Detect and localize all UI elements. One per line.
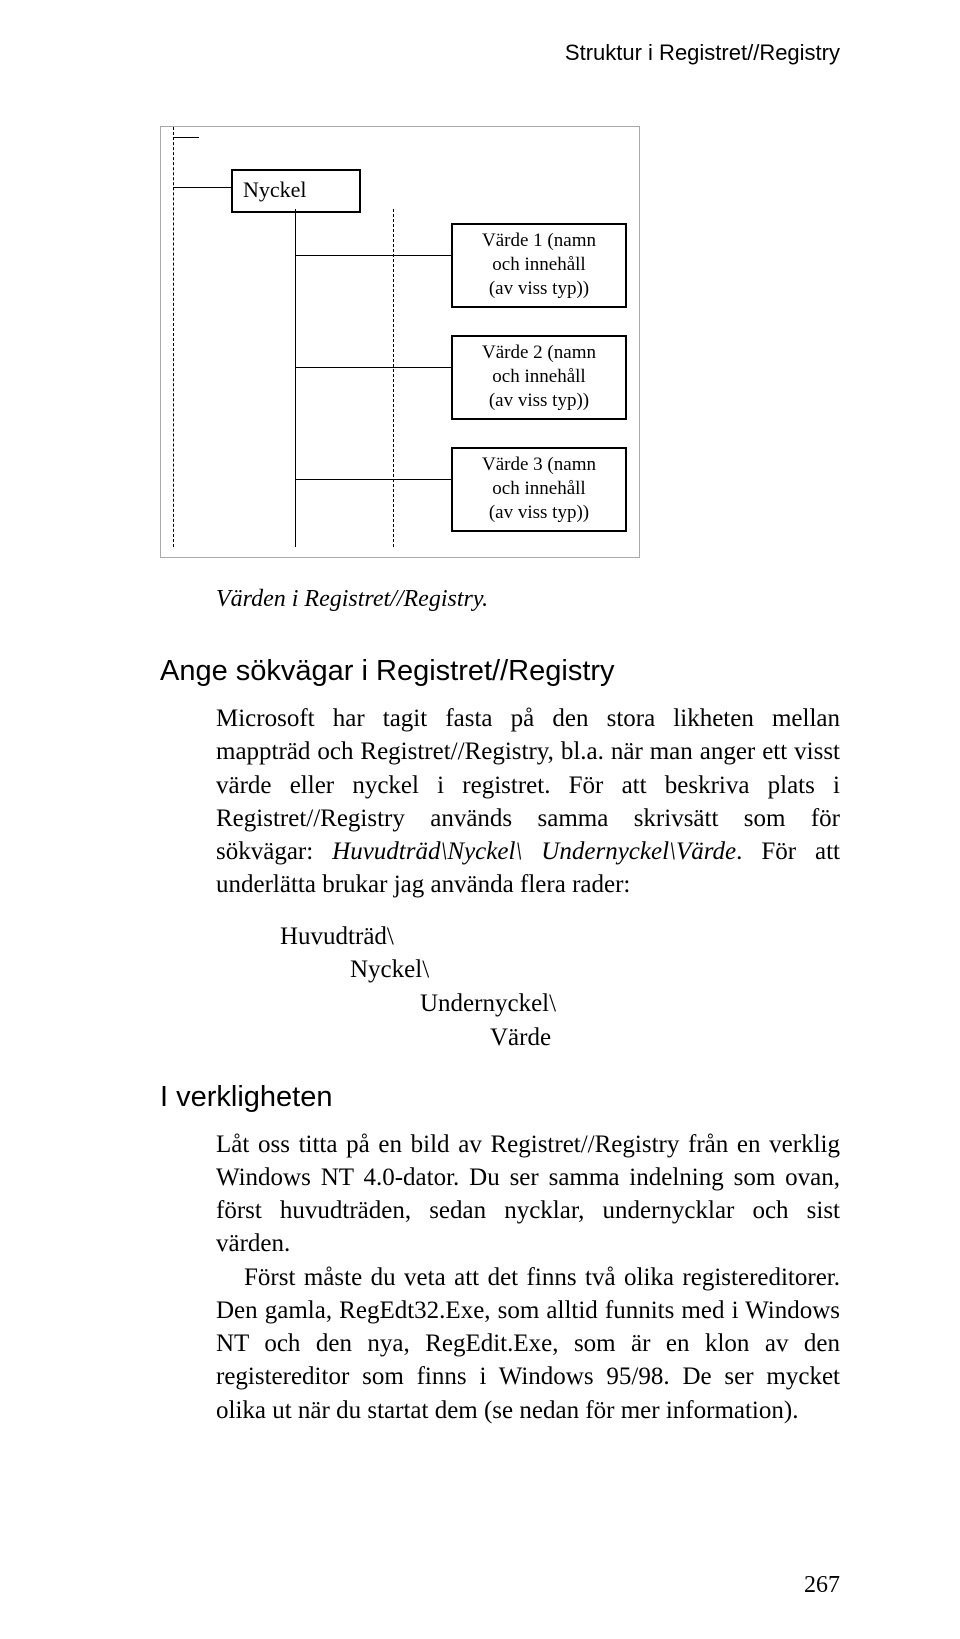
value-line: och innehåll: [492, 254, 585, 275]
tree-diagram-figure: Nyckel Värde 1 (namn och innehåll (av vi…: [160, 126, 640, 558]
heading-verkligheten: I verkligheten: [160, 1081, 840, 1114]
value-line: och innehåll: [492, 478, 585, 499]
figure-caption: Värden i Registret//Registry.: [216, 586, 840, 613]
tree-level-3: Undernyckel\: [420, 987, 840, 1021]
page-number: 267: [804, 1572, 840, 1599]
paragraph: Låt oss titta på en bild av Registret//R…: [216, 1128, 840, 1427]
value-line: och innehåll: [492, 366, 585, 387]
paragraph: Microsoft har tagit fasta på den stora l…: [216, 702, 840, 902]
value-line: Värde 1 (namn: [482, 230, 596, 251]
value-box-1: Värde 1 (namn och innehåll (av viss typ)…: [451, 223, 627, 308]
text: Först måste du veta att det finns två ol…: [216, 1261, 840, 1427]
value-line: (av viss typ)): [489, 390, 589, 411]
value-line: Värde 3 (namn: [482, 454, 596, 475]
value-line: (av viss typ)): [489, 502, 589, 523]
page: Struktur i Registret//Registry Nyckel Vä…: [0, 0, 960, 1639]
nyckel-box: Nyckel: [231, 169, 361, 213]
value-box-2: Värde 2 (namn och innehåll (av viss typ)…: [451, 335, 627, 420]
value-line: Värde 2 (namn: [482, 342, 596, 363]
value-line: (av viss typ)): [489, 278, 589, 299]
value-box-3: Värde 3 (namn och innehåll (av viss typ)…: [451, 447, 627, 532]
heading-sokvagar: Ange sökvägar i Registret//Registry: [160, 655, 840, 688]
italic-path: Huvudträd\Nyckel\ Undernyckel\Värde: [332, 838, 736, 865]
tree-level-1: Huvudträd\: [280, 920, 840, 954]
example-path-tree: Huvudträd\ Nyckel\ Undernyckel\ Värde: [280, 920, 840, 1055]
tree-level-2: Nyckel\: [350, 953, 840, 987]
running-header: Struktur i Registret//Registry: [160, 40, 840, 66]
tree-level-4: Värde: [490, 1021, 840, 1055]
text: Låt oss titta på en bild av Registret//R…: [216, 1131, 840, 1258]
